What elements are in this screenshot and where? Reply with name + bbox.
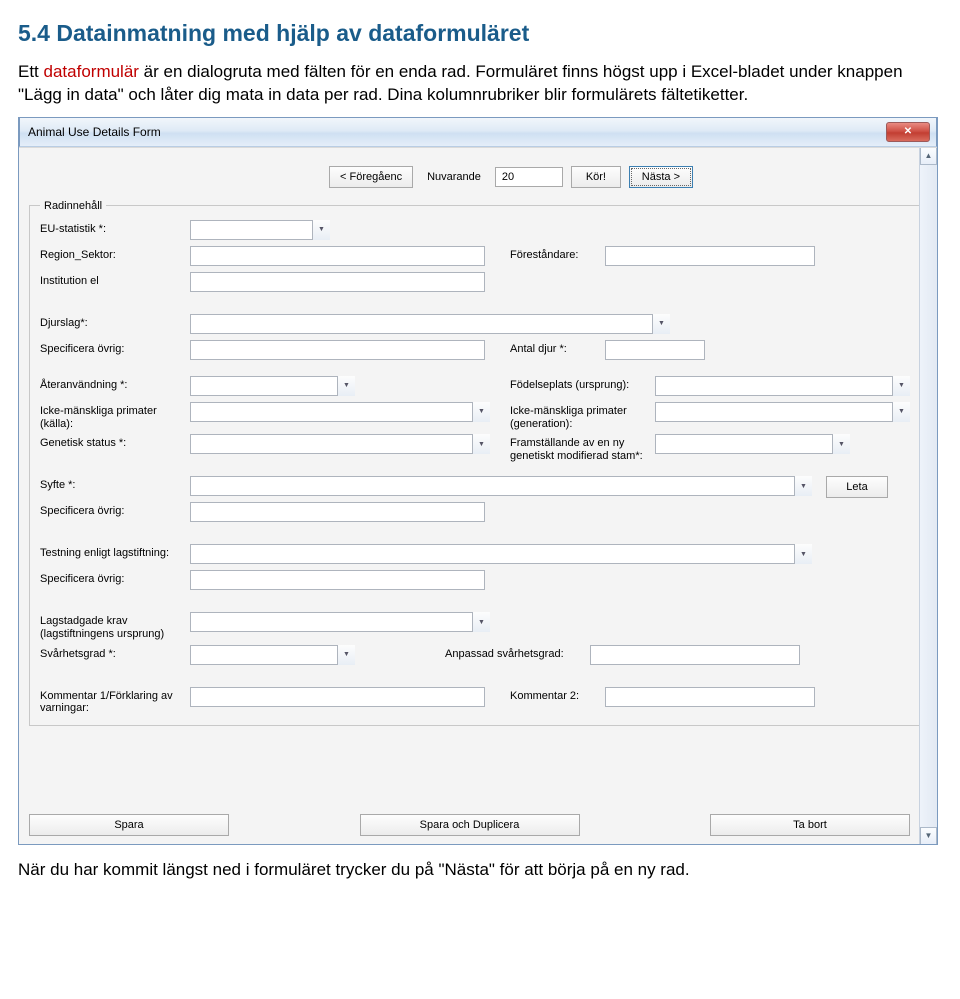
specificera-3-input[interactable] bbox=[190, 570, 485, 590]
save-duplicate-button[interactable]: Spara och Duplicera bbox=[360, 814, 580, 836]
chevron-down-icon[interactable]: ▼ bbox=[337, 376, 355, 396]
label-antal-djur: Antal djur *: bbox=[510, 340, 605, 356]
label-testning: Testning enligt lagstiftning: bbox=[40, 544, 190, 560]
label-djurslag: Djurslag*: bbox=[40, 314, 190, 330]
chevron-down-icon[interactable]: ▼ bbox=[652, 314, 670, 334]
genetisk-status-combo[interactable] bbox=[190, 434, 490, 454]
label-primater-kalla: Icke-mänskliga primater (källa): bbox=[40, 402, 190, 430]
chevron-down-icon[interactable]: ▼ bbox=[472, 612, 490, 632]
label-ateranvandning: Återanvändning *: bbox=[40, 376, 190, 392]
window-body: < Föregåenc Nuvarande Kör! Nästa > Radin… bbox=[19, 147, 937, 844]
svarhetsgrad-combo[interactable] bbox=[190, 645, 355, 665]
save-button[interactable]: Spara bbox=[29, 814, 229, 836]
label-kommentar-2: Kommentar 2: bbox=[510, 687, 605, 703]
chevron-down-icon[interactable]: ▼ bbox=[472, 434, 490, 454]
label-forestandare: Föreståndare: bbox=[510, 246, 605, 262]
ateranvandning-combo[interactable] bbox=[190, 376, 355, 396]
label-kommentar-1: Kommentar 1/Förklaring av varningar: bbox=[40, 687, 190, 715]
dialog-footer: Spara Spara och Duplicera Ta bort bbox=[29, 814, 910, 836]
chevron-down-icon[interactable]: ▼ bbox=[472, 402, 490, 422]
leta-button[interactable]: Leta bbox=[826, 476, 888, 498]
chevron-down-icon[interactable]: ▼ bbox=[794, 476, 812, 496]
next-button[interactable]: Nästa > bbox=[629, 166, 693, 188]
label-lagstadgade: Lagstadgade krav (lagstiftningens urspru… bbox=[40, 612, 190, 640]
current-label: Nuvarande bbox=[421, 171, 487, 183]
specificera-1-input[interactable] bbox=[190, 340, 485, 360]
anpassad-input[interactable] bbox=[590, 645, 800, 665]
label-institution: Institution el bbox=[40, 272, 190, 288]
kommentar-1-input[interactable] bbox=[190, 687, 485, 707]
highlighted-term: dataformulär bbox=[44, 62, 139, 81]
fieldset-radinnehall: Radinnehåll EU-statistik *: ▼ Region_Sek… bbox=[29, 200, 921, 726]
chevron-down-icon[interactable]: ▼ bbox=[312, 220, 330, 240]
dialog-window: Animal Use Details Form ✕ < Föregåenc Nu… bbox=[18, 117, 938, 845]
chevron-down-icon[interactable]: ▼ bbox=[892, 376, 910, 396]
window-title: Animal Use Details Form bbox=[26, 125, 886, 139]
doc-heading: 5.4 Datainmatning med hjälp av dataformu… bbox=[18, 20, 942, 47]
framstallande-combo[interactable] bbox=[655, 434, 850, 454]
primater-gen-combo[interactable] bbox=[655, 402, 910, 422]
institution-input[interactable] bbox=[190, 272, 485, 292]
prev-button[interactable]: < Föregåenc bbox=[329, 166, 413, 188]
kommentar-2-input[interactable] bbox=[605, 687, 815, 707]
label-specificera-2: Specificera övrig: bbox=[40, 502, 190, 518]
label-anpassad: Anpassad svårhetsgrad: bbox=[445, 645, 590, 661]
fodelseplats-combo[interactable] bbox=[655, 376, 910, 396]
doc-footer-paragraph: När du har kommit längst ned i formuläre… bbox=[18, 859, 942, 882]
label-region: Region_Sektor: bbox=[40, 246, 190, 262]
chevron-down-icon[interactable]: ▼ bbox=[337, 645, 355, 665]
syfte-combo[interactable] bbox=[190, 476, 812, 496]
fieldset-legend: Radinnehåll bbox=[40, 200, 106, 212]
label-primater-gen: Icke-mänskliga primater (generation): bbox=[510, 402, 655, 430]
chevron-down-icon[interactable]: ▼ bbox=[892, 402, 910, 422]
testning-combo[interactable] bbox=[190, 544, 812, 564]
doc-intro-paragraph: Ett dataformulär är en dialogruta med fä… bbox=[18, 61, 942, 107]
antal-djur-input[interactable] bbox=[605, 340, 705, 360]
close-button[interactable]: ✕ bbox=[886, 122, 930, 142]
label-fodelseplats: Födelseplats (ursprung): bbox=[510, 376, 655, 392]
label-svarhetsgrad: Svårhetsgrad *: bbox=[40, 645, 190, 661]
intro-text-b: är en dialogruta med fälten för en enda … bbox=[18, 62, 903, 104]
vertical-scrollbar[interactable]: ▲ ▼ bbox=[919, 148, 937, 844]
scroll-up-icon[interactable]: ▲ bbox=[920, 148, 937, 165]
record-navigation: < Föregåenc Nuvarande Kör! Nästa > bbox=[19, 148, 920, 198]
label-specificera-1: Specificera övrig: bbox=[40, 340, 190, 356]
region-input[interactable] bbox=[190, 246, 485, 266]
record-number-input[interactable] bbox=[495, 167, 563, 187]
specificera-2-input[interactable] bbox=[190, 502, 485, 522]
forestandare-input[interactable] bbox=[605, 246, 815, 266]
eu-statistik-combo[interactable] bbox=[190, 220, 330, 240]
label-genetisk-status: Genetisk status *: bbox=[40, 434, 190, 450]
chevron-down-icon[interactable]: ▼ bbox=[794, 544, 812, 564]
close-icon: ✕ bbox=[904, 126, 912, 137]
intro-text-a: Ett bbox=[18, 62, 44, 81]
go-button[interactable]: Kör! bbox=[571, 166, 621, 188]
primater-kalla-combo[interactable] bbox=[190, 402, 490, 422]
djurslag-combo[interactable] bbox=[190, 314, 670, 334]
lagstadgade-combo[interactable] bbox=[190, 612, 490, 632]
delete-button[interactable]: Ta bort bbox=[710, 814, 910, 836]
label-framstallande: Framställande av en ny genetiskt modifie… bbox=[510, 434, 655, 462]
label-syfte: Syfte *: bbox=[40, 476, 190, 492]
scroll-down-icon[interactable]: ▼ bbox=[920, 827, 937, 844]
label-specificera-3: Specificera övrig: bbox=[40, 570, 190, 586]
label-eu-statistik: EU-statistik *: bbox=[40, 220, 190, 236]
titlebar: Animal Use Details Form ✕ bbox=[19, 117, 937, 147]
chevron-down-icon[interactable]: ▼ bbox=[832, 434, 850, 454]
